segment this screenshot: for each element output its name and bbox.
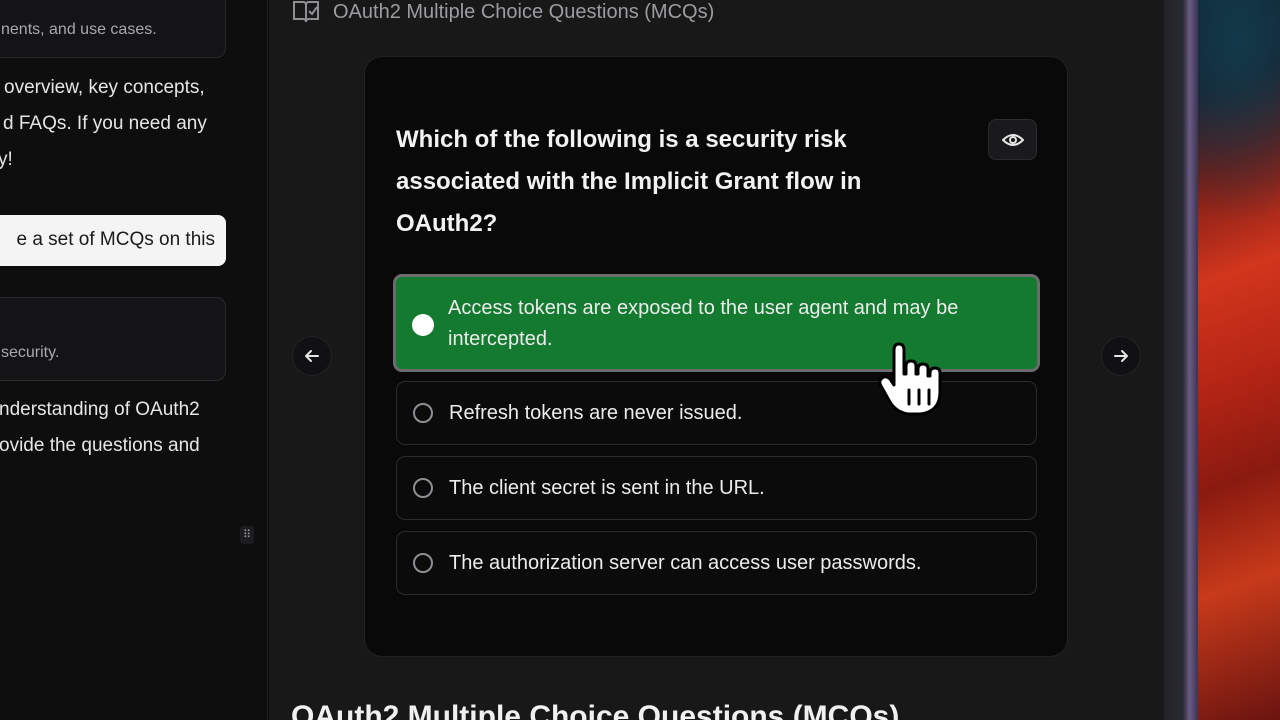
assistant-message-line: overview, key concepts, [4,77,205,98]
arrow-left-icon [305,350,319,362]
assistant-message-line: y! [0,149,13,170]
chat-card-top[interactable]: nents, and use cases. [0,0,226,58]
chat-card-top-text: nents, and use cases. [1,21,157,38]
answer-option-1[interactable]: Access tokens are exposed to the user ag… [393,274,1040,372]
radio-unselected[interactable] [413,478,433,498]
quiz-card: Which of the following is a security ris… [364,56,1068,657]
radio-unselected[interactable] [413,553,433,573]
answer-option-label: The client secret is sent in the URL. [449,477,765,499]
chat-card-artifact-text: security. [1,344,60,361]
quiz-document-icon [293,0,319,23]
document-header: OAuth2 Multiple Choice Questions (MCQs) [291,0,714,28]
section-heading: OAuth2 Multiple Choice Questions (MCQs) [291,700,900,720]
previous-question-button[interactable] [292,336,332,376]
answer-option-4[interactable]: The authorization server can access user… [396,531,1037,595]
answer-option-2[interactable]: Refresh tokens are never issued. [396,381,1037,445]
assistant-message-line: ovide the questions and [0,435,200,456]
desktop-wallpaper [1198,0,1280,720]
answer-option-label: The authorization server can access user… [449,552,922,574]
reveal-answer-button[interactable] [988,119,1037,160]
answer-option-label: Refresh tokens are never issued. [449,402,743,424]
document-title: OAuth2 Multiple Choice Questions (MCQs) [333,0,715,23]
arrow-right-icon [1114,350,1128,362]
artifact-panel: OAuth2 Multiple Choice Questions (MCQs) … [269,0,1164,720]
assistant-message-line: nderstanding of OAuth2 [0,399,200,420]
chat-card-artifact[interactable]: security. [0,297,226,381]
chat-panel: nents, and use cases. overview, key conc… [0,0,268,720]
next-question-button[interactable] [1101,336,1141,376]
answer-option-label: Access tokens are exposed to the user ag… [448,297,959,319]
question-text: Which of the following is a security ris… [396,126,862,237]
eye-icon [1001,133,1024,146]
radio-selected[interactable] [412,314,434,336]
drag-handle-icon[interactable]: ⠿ [240,526,254,544]
user-message-text: e a set of MCQs on this [16,229,215,250]
answer-option-3[interactable]: The client secret is sent in the URL. [396,456,1037,520]
assistant-message-line: d FAQs. If you need any [3,113,207,134]
radio-unselected[interactable] [413,403,433,423]
window-edge [1164,0,1198,720]
answer-option-label: intercepted. [448,328,553,350]
user-message-bubble: e a set of MCQs on this [0,215,226,266]
